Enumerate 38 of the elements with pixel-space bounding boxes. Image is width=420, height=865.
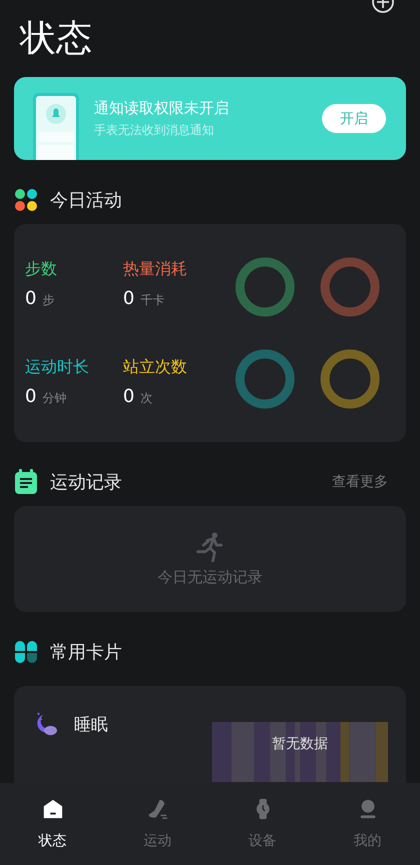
banner-subtitle: 手表无法收到消息通知 <box>94 122 215 138</box>
metric-label: 步数 <box>25 259 58 280</box>
section-title: 运动记录 <box>50 471 122 494</box>
page-title: 状态 <box>20 17 92 61</box>
notepad-icon <box>14 469 38 495</box>
four-dots-icon <box>14 188 38 212</box>
metric-label: 站立次数 <box>123 357 188 378</box>
progress-ring <box>235 349 295 409</box>
progress-ring <box>235 257 295 317</box>
metric-label: 热量消耗 <box>123 259 188 280</box>
sleep-title: 睡眠 <box>74 714 108 736</box>
home-icon <box>42 798 64 820</box>
metric-unit: 次 <box>140 390 152 407</box>
empty-message: 今日无运动记录 <box>158 568 262 586</box>
metric-value: 0 <box>123 386 134 407</box>
metric-unit: 千卡 <box>140 292 164 309</box>
metric-label: 运动时长 <box>25 357 90 378</box>
nav-tab[interactable]: 运动 <box>105 783 210 865</box>
shoe-icon <box>146 798 168 820</box>
view-more-link[interactable]: 查看更多 <box>332 473 388 491</box>
phone-bell-icon <box>32 92 80 160</box>
section-title: 今日活动 <box>50 189 122 212</box>
runner-icon <box>196 532 224 562</box>
nav-tab[interactable]: 我的 <box>315 783 420 865</box>
metric-unit: 步 <box>42 292 54 309</box>
clover-icon <box>14 640 38 664</box>
metric-value: 0 <box>123 288 134 309</box>
metric-value: 0 <box>25 386 36 407</box>
progress-ring <box>320 257 380 317</box>
metric-value: 0 <box>25 288 36 309</box>
metric-unit: 分钟 <box>42 390 66 407</box>
nav-tab[interactable]: 设备 <box>210 783 315 865</box>
section-title: 常用卡片 <box>50 641 122 664</box>
progress-ring <box>320 349 380 409</box>
no-data-label: 暂无数据 <box>272 735 328 753</box>
banner-title: 通知读取权限未开启 <box>94 98 230 118</box>
nav-tab[interactable]: 状态 <box>0 783 105 865</box>
enable-button[interactable]: 开启 <box>322 104 386 133</box>
